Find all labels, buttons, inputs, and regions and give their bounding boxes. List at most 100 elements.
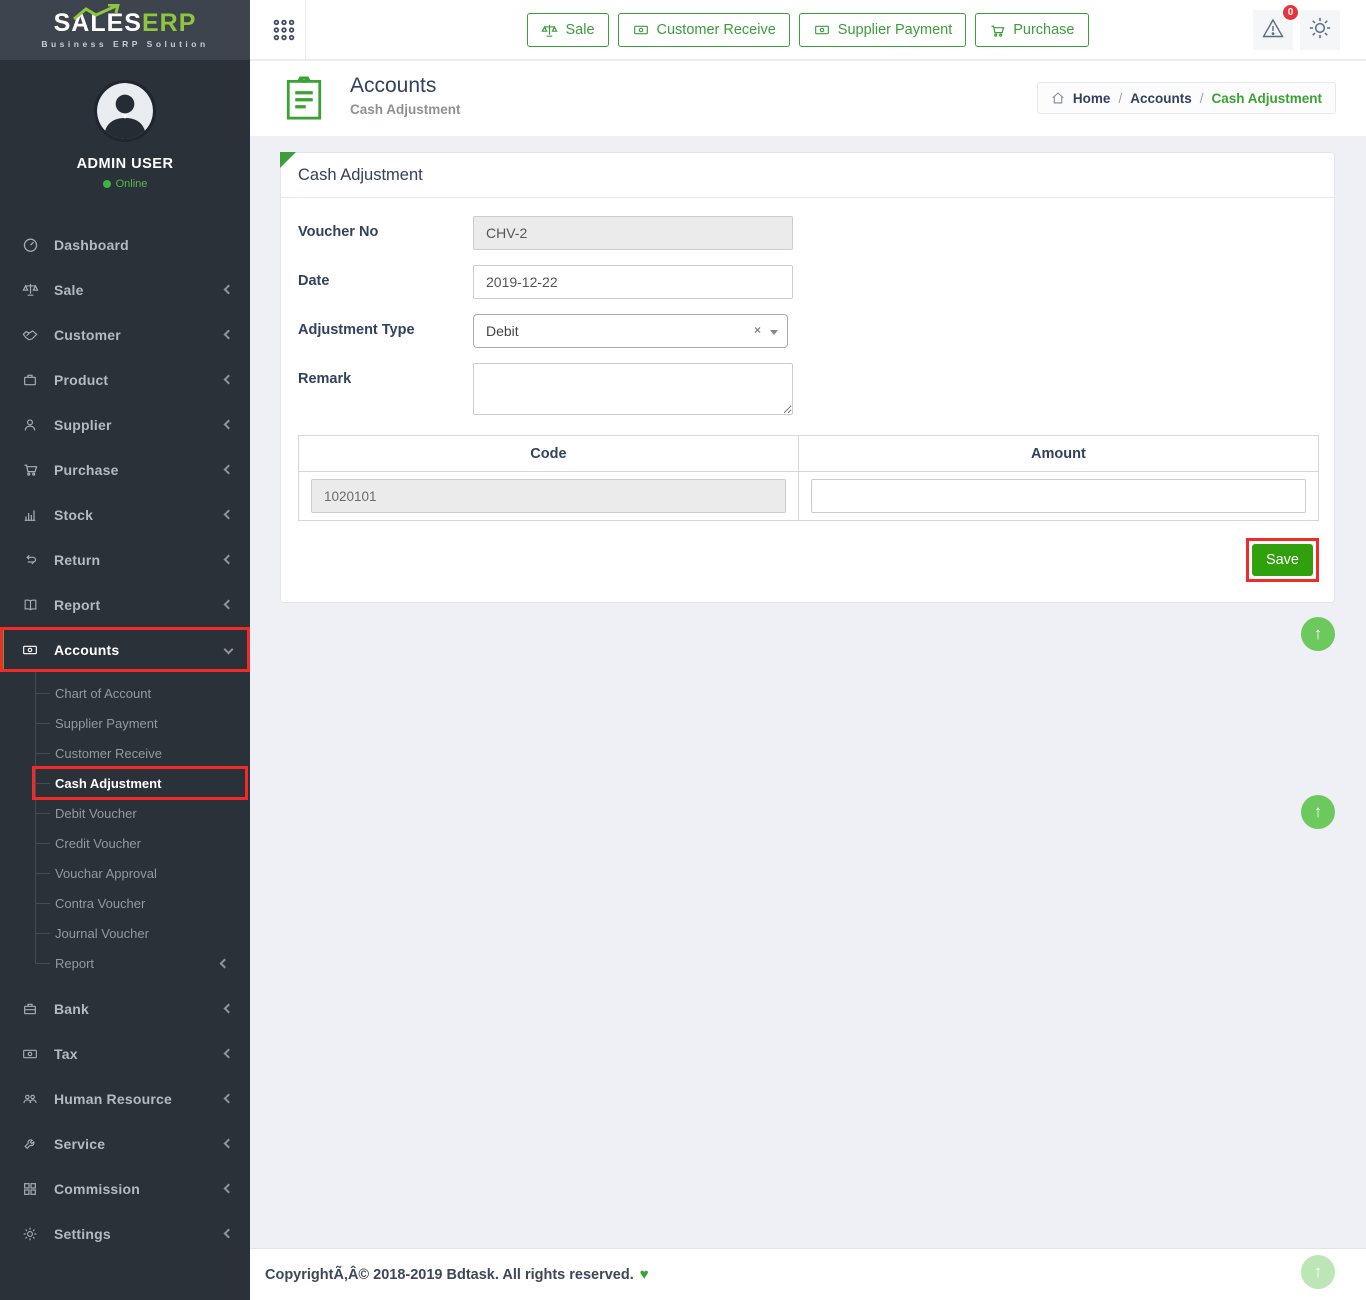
sidebar-item-human-resource[interactable]: Human Resource (0, 1076, 250, 1121)
chevron-left-icon (224, 1229, 234, 1239)
submenu-item-customer-receive[interactable]: Customer Receive (0, 738, 250, 768)
clipboard-icon (283, 72, 325, 129)
breadcrumb-accounts[interactable]: Accounts (1130, 91, 1192, 106)
submenu-item-credit-voucher[interactable]: Credit Voucher (0, 828, 250, 858)
settings-button[interactable] (1300, 10, 1340, 50)
sidebar-item-return[interactable]: Return (0, 537, 250, 582)
chevron-left-icon (224, 510, 234, 520)
sidebar-item-label: Product (54, 372, 225, 388)
submenu-item-vouchar-approval[interactable]: Vouchar Approval (0, 858, 250, 888)
code-input[interactable] (311, 479, 786, 513)
sale-button[interactable]: Sale (527, 13, 608, 47)
save-row: Save (298, 538, 1319, 582)
banknote-icon (632, 22, 650, 38)
submenu-item-label: Chart of Account (55, 686, 151, 701)
online-label: Online (116, 178, 148, 190)
brand-logo-area: SALESERP Business ERP Solution (0, 0, 250, 60)
submenu-item-label: Vouchar Approval (55, 866, 157, 881)
briefcase-icon (20, 1001, 40, 1017)
chevron-left-icon (224, 1004, 234, 1014)
sidebar-item-accounts[interactable]: Accounts (0, 627, 250, 672)
tools-icon (20, 1136, 40, 1152)
submenu-item-cash-adjustment[interactable]: Cash Adjustment (0, 768, 250, 798)
sidebar-item-settings[interactable]: Settings (0, 1211, 250, 1256)
sidebar-item-commission[interactable]: Commission (0, 1166, 250, 1211)
submenu-item-chart-of-account[interactable]: Chart of Account (0, 678, 250, 708)
topbar: Sale Customer Receive Supplier Payment P… (250, 0, 1366, 60)
remark-row: Remark (298, 363, 1319, 420)
banknote-icon (20, 1046, 40, 1062)
avatar[interactable] (94, 80, 156, 142)
sidebar-item-service[interactable]: Service (0, 1121, 250, 1166)
banknote-icon (20, 642, 40, 658)
alert-count-badge: 0 (1281, 3, 1300, 22)
cart-icon (989, 22, 1006, 39)
sidebar-item-supplier[interactable]: Supplier (0, 402, 250, 447)
breadcrumb: Home / Accounts / Cash Adjustment (1037, 82, 1336, 114)
scroll-top-button[interactable]: ↑ (1301, 1255, 1335, 1289)
sidebar-item-dashboard[interactable]: Dashboard (0, 222, 250, 267)
sidebar-item-product[interactable]: Product (0, 357, 250, 402)
chevron-left-icon (224, 1049, 234, 1059)
sidebar-item-tax[interactable]: Tax (0, 1031, 250, 1076)
breadcrumb-home[interactable]: Home (1073, 91, 1111, 106)
book-icon (20, 597, 40, 613)
clear-selection-icon[interactable]: × (754, 323, 761, 337)
adjustment-type-label: Adjustment Type (298, 314, 473, 348)
date-input[interactable] (473, 265, 793, 299)
submenu-item-journal-voucher[interactable]: Journal Voucher (0, 918, 250, 948)
app-root: SALESERP Business ERP Solution Sale Cust… (0, 0, 1366, 1300)
submenu-item-debit-voucher[interactable]: Debit Voucher (0, 798, 250, 828)
profile-block: ADMIN USER Online (0, 60, 250, 190)
scroll-top-button[interactable]: ↑ (1301, 795, 1335, 829)
chevron-down-icon (224, 645, 234, 655)
alerts-button[interactable]: 0 (1253, 10, 1293, 50)
cash-adjustment-panel: Cash Adjustment Voucher No Date Adjustme… (280, 152, 1335, 603)
voucher-no-label: Voucher No (298, 216, 473, 250)
breadcrumb-separator: / (1200, 91, 1204, 106)
scroll-top-button[interactable]: ↑ (1301, 617, 1335, 651)
select-caret-icon (770, 330, 778, 335)
warning-triangle-icon (1260, 16, 1286, 45)
sidebar-item-label: Service (54, 1136, 225, 1152)
customer-receive-button[interactable]: Customer Receive (618, 13, 790, 47)
submenu-item-supplier-payment[interactable]: Supplier Payment (0, 708, 250, 738)
footer: CopyrightÃ‚Â© 2018-2019 Bdtask. All righ… (250, 1248, 1366, 1300)
submenu-item-report[interactable]: Report (0, 948, 250, 978)
remark-textarea[interactable] (473, 363, 793, 415)
adjustment-table: Code Amount (298, 435, 1319, 521)
voucher-no-input[interactable] (473, 216, 793, 250)
dashboard-icon (20, 236, 40, 253)
chevron-left-icon (224, 285, 234, 295)
sidebar-item-label: Commission (54, 1181, 225, 1197)
sidebar-item-report[interactable]: Report (0, 582, 250, 627)
sidebar-item-purchase[interactable]: Purchase (0, 447, 250, 492)
logo-text-erp: ERP (142, 9, 196, 37)
sidebar-item-label: Dashboard (54, 237, 232, 253)
purchase-button[interactable]: Purchase (975, 13, 1088, 47)
voucher-no-row: Voucher No (298, 216, 1319, 250)
online-dot-icon (103, 180, 111, 188)
adjustment-type-row: Adjustment Type Debit × (298, 314, 1319, 348)
sidebar-item-sale[interactable]: Sale (0, 267, 250, 312)
customer-receive-button-label: Customer Receive (657, 22, 776, 38)
sidebar-item-stock[interactable]: Stock (0, 492, 250, 537)
save-button[interactable]: Save (1252, 544, 1313, 576)
page-header: Accounts Cash Adjustment Home / Accounts… (250, 61, 1366, 136)
briefcase-icon (20, 372, 40, 388)
sidebar-item-bank[interactable]: Bank (0, 986, 250, 1031)
amount-input[interactable] (811, 479, 1306, 513)
adjustment-type-value: Debit (486, 323, 519, 339)
supplier-payment-button[interactable]: Supplier Payment (799, 13, 966, 47)
submenu-item-label: Debit Voucher (55, 806, 137, 821)
scales-icon (541, 22, 558, 39)
content-area: Cash Adjustment Voucher No Date Adjustme… (250, 136, 1366, 1248)
adjustment-type-select[interactable]: Debit × (473, 314, 788, 348)
brand-logo[interactable]: SALESERP (54, 11, 197, 36)
chevron-left-icon (224, 600, 234, 610)
breadcrumb-separator: / (1118, 91, 1122, 106)
date-row: Date (298, 265, 1319, 299)
submenu-item-contra-voucher[interactable]: Contra Voucher (0, 888, 250, 918)
sidebar-item-customer[interactable]: Customer (0, 312, 250, 357)
chevron-left-icon (224, 1184, 234, 1194)
